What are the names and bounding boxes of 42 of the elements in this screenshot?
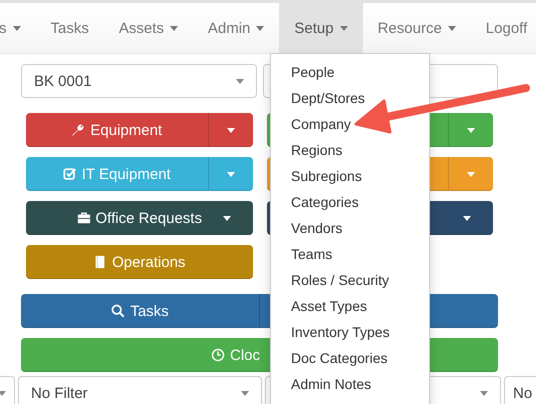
dropdown-menu-item[interactable]: Dept/Stores: [271, 85, 429, 111]
caret-icon: [236, 78, 244, 84]
action-button[interactable]: Tasks: [21, 294, 259, 328]
caret-icon: [226, 128, 234, 132]
caret-icon: [0, 390, 6, 396]
dropdown-menu-item[interactable]: Teams: [271, 241, 429, 267]
action-button[interactable]: Equipment: [26, 113, 208, 147]
dropdown-menu-item[interactable]: Company: [271, 111, 429, 137]
caret-icon: [467, 172, 475, 176]
nav-menu-item[interactable]: Tasks: [36, 3, 104, 53]
filter-select[interactable]: No Filter: [18, 376, 262, 404]
nav-menu-item[interactable]: Setup: [279, 3, 363, 53]
nav-menu-item[interactable]: Logoff: [470, 3, 536, 53]
wrench-icon: [71, 123, 86, 137]
dropdown-menu-item[interactable]: Subregions: [271, 163, 429, 189]
dropdown-menu-item[interactable]: Regions: [271, 137, 429, 163]
caret-icon: [241, 390, 249, 396]
caret-icon: [467, 128, 475, 132]
action-button[interactable]: Office Requests: [26, 201, 252, 235]
nav-menu-item[interactable]: Assets: [104, 3, 193, 53]
dropdown-menu-item[interactable]: Vendors: [271, 215, 429, 241]
caret-icon: [226, 172, 234, 176]
clock-icon: [211, 348, 225, 362]
dropdown-toggle[interactable]: [208, 113, 252, 147]
dropdown-toggle[interactable]: [208, 157, 252, 191]
nav-menu-item[interactable]: Resource: [362, 3, 471, 53]
nav-menu-item[interactable]: Admin: [192, 3, 280, 53]
checkbox-icon: [62, 167, 77, 181]
caret-icon: [480, 390, 488, 396]
filter-select[interactable]: No: [504, 376, 536, 404]
dropdown-menu-item[interactable]: Roles / Security: [271, 267, 429, 293]
dropdown-toggle[interactable]: [448, 113, 493, 147]
dropdown-menu-item[interactable]: Categories: [271, 189, 429, 215]
location-select[interactable]: BK 0001: [21, 64, 256, 98]
dropdown-menu-item[interactable]: Doc Categories: [271, 345, 429, 371]
briefcase-icon: [76, 211, 91, 225]
search-icon: [111, 304, 126, 318]
book-icon: [93, 255, 108, 269]
dropdown-menu-item[interactable]: People: [271, 59, 429, 85]
dropdown-menu-item[interactable]: Asset Types: [271, 293, 429, 319]
dropdown-menu-item[interactable]: Admin Notes: [271, 371, 429, 397]
dropdown-toggle[interactable]: [448, 157, 493, 191]
